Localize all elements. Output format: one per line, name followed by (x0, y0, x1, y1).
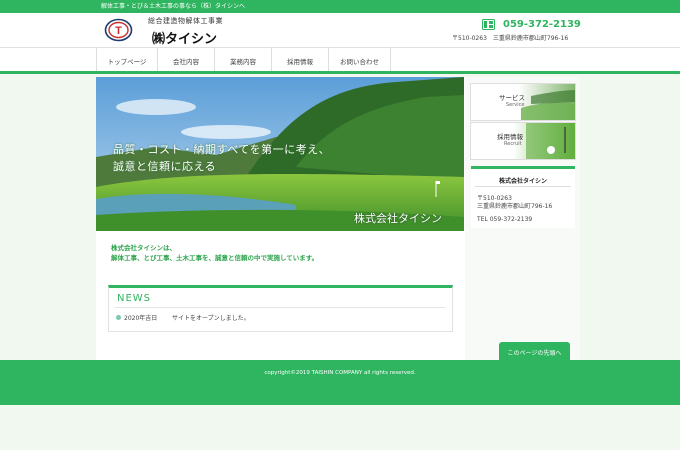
news-title: NEWS (117, 293, 152, 304)
news-box: NEWS 2020年吉日 サイトをオープンしました。 (108, 285, 453, 332)
service-banner-label: サービス (499, 94, 525, 102)
info-address: 三重県鈴鹿市郡山町796-16 (477, 203, 553, 210)
intro-line-2: 解体工事、とび工事、土木工事を、誠意と信頼の中で実施しています。 (111, 254, 319, 262)
site-header: T 総合建造物解体工事業 ㈱タイシン 059-372-2139 〒510-026… (0, 13, 680, 47)
news-item-text[interactable]: サイトをオープンしました。 (172, 313, 250, 322)
info-divider (475, 186, 571, 187)
nav-item-contact[interactable]: お問い合わせ (329, 48, 391, 71)
hero-catchphrase: 品質・コスト・納期すべてを第一に考え、 誠意と信頼に応える (113, 141, 330, 175)
hero-catch-line-1: 品質・コスト・納期すべてを第一に考え、 (113, 143, 331, 156)
news-divider (115, 307, 445, 308)
recruit-banner[interactable]: 採用情報 Recruit (470, 122, 576, 160)
site-footer: copyright©2019 TAISHIN COMPANY all right… (0, 360, 680, 405)
intro-line-1: 株式会社タイシンは、 (111, 244, 176, 252)
recruit-banner-sub: Recruit (504, 141, 522, 147)
top-bar: 解体工事・とび＆土木工事の事なら（株）タイシンへ (0, 0, 680, 13)
info-tel[interactable]: TEL 059-372-2139 (477, 216, 532, 223)
recruit-banner-image (471, 123, 575, 159)
nav-item-recruit[interactable]: 採用情報 (272, 48, 329, 71)
nav-item-top[interactable]: トップページ (96, 48, 158, 71)
footer-copyright: copyright©2019 TAISHIN COMPANY all right… (264, 370, 416, 376)
hero-image: 品質・コスト・納期すべてを第一に考え、 誠意と信頼に応える 株式会社タイシン (96, 77, 464, 231)
header-tagline: 総合建造物解体工事業 (148, 17, 223, 25)
company-name[interactable]: ㈱タイシン (152, 28, 217, 47)
logo-letter: T (115, 25, 122, 37)
global-nav: トップページ 会社内容 業務内容 採用情報 お問い合わせ (0, 47, 680, 74)
company-logo-icon[interactable]: T (104, 18, 133, 42)
header-address: 〒510-0263 三重県鈴鹿市郡山町796-16 (452, 35, 569, 42)
hero-catch-line-2: 誠意と信頼に応える (113, 160, 217, 173)
hero-company-name: 株式会社タイシン (354, 212, 442, 225)
news-date: 2020年吉日 (124, 315, 158, 322)
news-bullet-icon (116, 315, 121, 320)
service-banner[interactable]: サービス Service (470, 83, 576, 121)
nav-item-company[interactable]: 会社内容 (158, 48, 215, 71)
page-top-button[interactable]: このページの先頭へ (499, 342, 570, 361)
recruit-banner-label: 採用情報 (497, 133, 523, 141)
service-banner-sub: Service (506, 102, 525, 108)
phone-icon (482, 19, 495, 30)
top-bar-text: 解体工事・とび＆土木工事の事なら（株）タイシンへ (101, 3, 246, 10)
company-info-box: 株式会社タイシン 〒510-0263 三重県鈴鹿市郡山町796-16 TEL 0… (471, 166, 575, 228)
nav-item-business[interactable]: 業務内容 (215, 48, 272, 71)
intro-text: 株式会社タイシンは、 解体工事、とび工事、土木工事を、誠意と信頼の中で実施してい… (111, 243, 318, 263)
info-company-name: 株式会社タイシン (498, 178, 547, 185)
header-phone[interactable]: 059-372-2139 (503, 19, 581, 30)
